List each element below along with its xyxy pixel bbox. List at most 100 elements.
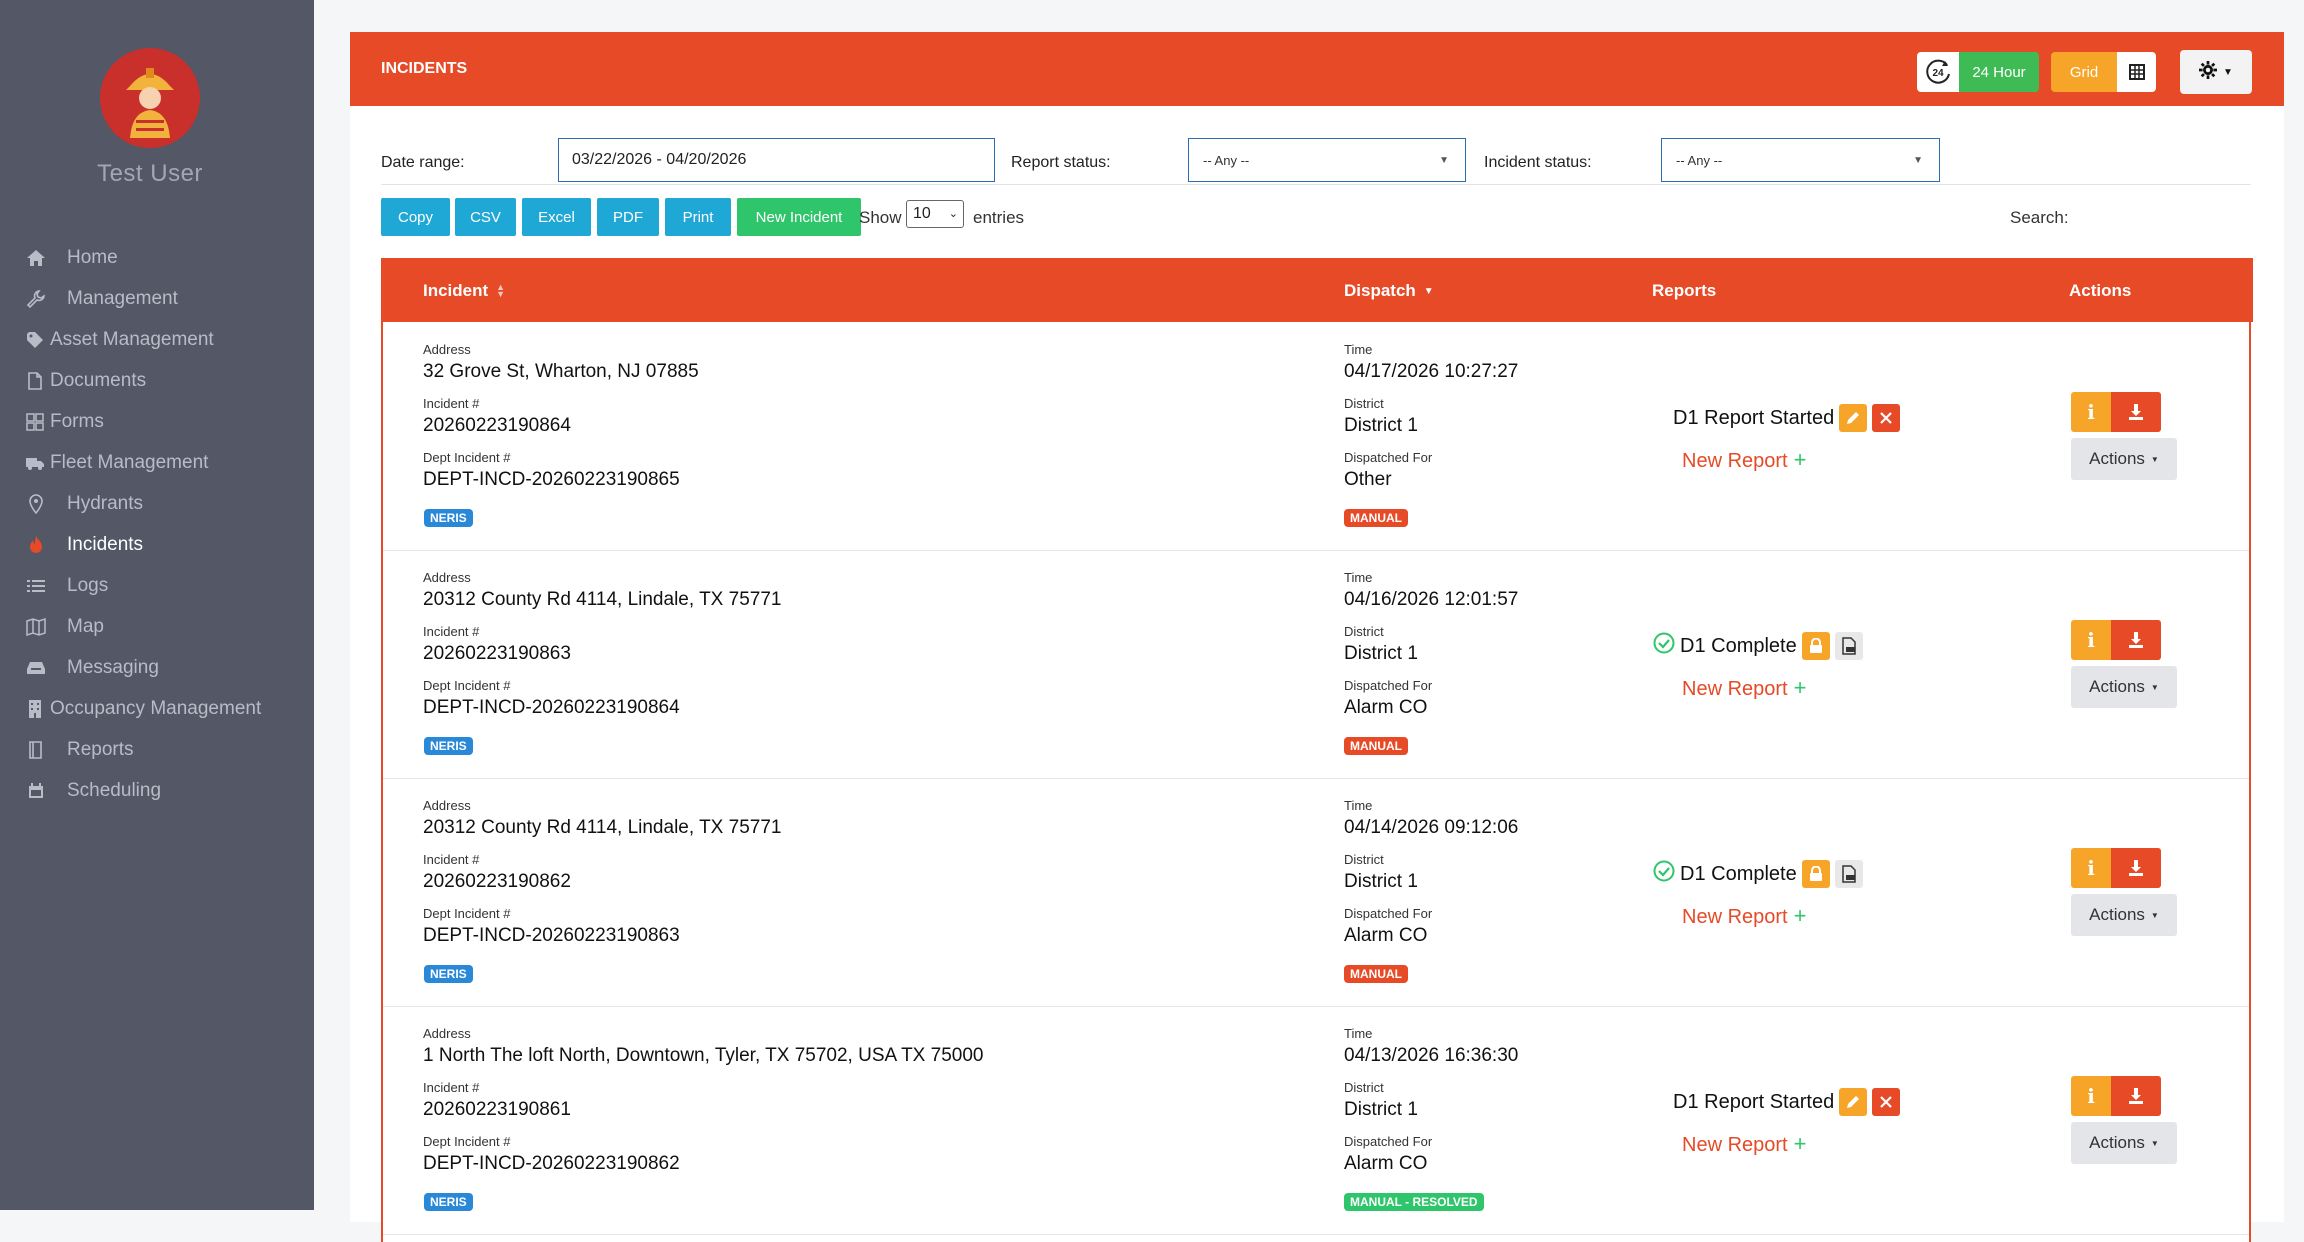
- new-report-link[interactable]: New Report +: [1682, 447, 1806, 473]
- edit-pencil-icon[interactable]: [1839, 1088, 1868, 1116]
- actions-label: Actions: [2089, 1133, 2145, 1152]
- sidebar-item-occupancy-management[interactable]: Occupancy Management: [0, 689, 314, 729]
- caret-down-icon: ▼: [2223, 66, 2233, 78]
- incident-status-value: -- Any --: [1676, 152, 1723, 168]
- district-value: District 1: [1344, 1099, 1418, 1120]
- book-icon: [25, 739, 47, 761]
- show-label: Show: [859, 208, 902, 227]
- neris-badge: NERIS: [424, 1193, 473, 1211]
- sidebar-item-logs[interactable]: Logs: [0, 566, 314, 606]
- forms-grid-icon: [24, 411, 46, 433]
- report-status: D1 Report Started: [1673, 404, 1901, 432]
- district-label: District: [1344, 396, 1384, 411]
- excel-button[interactable]: Excel: [522, 198, 591, 236]
- dept-incident-number-label: Dept Incident #: [423, 906, 511, 921]
- new-incident-button[interactable]: New Incident: [737, 198, 861, 236]
- info-icon[interactable]: i: [2071, 1076, 2111, 1116]
- sidebar-item-label: Reports: [67, 739, 134, 760]
- caret-down-icon: ▼: [2150, 682, 2159, 692]
- sidebar-item-label: Forms: [50, 411, 104, 432]
- sidebar-item-reports[interactable]: Reports: [0, 730, 314, 770]
- sidebar-item-messaging[interactable]: Messaging: [0, 648, 314, 688]
- lock-icon[interactable]: [1801, 632, 1830, 660]
- column-header-incident[interactable]: Incident ▲ ▼: [423, 281, 505, 301]
- neris-badge: NERIS: [424, 509, 473, 527]
- plus-icon: +: [1793, 903, 1807, 928]
- copy-button[interactable]: Copy: [381, 198, 450, 236]
- sidebar-item-management[interactable]: Management: [0, 279, 314, 319]
- user-avatar[interactable]: [100, 48, 200, 148]
- table-row: Address 32 Grove St, Wharton, NJ 07885 I…: [383, 322, 2249, 551]
- dispatch-time: 04/13/2026 16:36:30: [1344, 1045, 1519, 1066]
- download-icon[interactable]: [2111, 1076, 2161, 1116]
- download-icon[interactable]: [2111, 392, 2161, 432]
- dispatch-source-badge: MANUAL - RESOLVED: [1344, 1193, 1484, 1211]
- pdf-button[interactable]: PDF: [597, 198, 659, 236]
- download-icon[interactable]: [2111, 848, 2161, 888]
- sidebar-item-incidents[interactable]: Incidents: [0, 525, 314, 565]
- sidebar-item-label: Home: [67, 247, 118, 268]
- view-toggle[interactable]: Grid: [2051, 52, 2156, 92]
- report-status: D1 Report Started: [1673, 1088, 1901, 1116]
- delete-x-icon[interactable]: [1872, 404, 1901, 432]
- map-pin-icon: [25, 493, 47, 515]
- district-label: District: [1344, 1080, 1384, 1095]
- lock-icon[interactable]: [1801, 860, 1830, 888]
- actions-dropdown-button[interactable]: Actions ▼: [2071, 438, 2177, 480]
- print-button[interactable]: Print: [665, 198, 731, 236]
- new-report-link[interactable]: New Report +: [1682, 903, 1806, 929]
- sidebar-item-asset-management[interactable]: Asset Management: [0, 320, 314, 360]
- sidebar-item-map[interactable]: Map: [0, 607, 314, 647]
- new-report-link[interactable]: New Report +: [1682, 675, 1806, 701]
- sidebar-item-fleet-management[interactable]: Fleet Management: [0, 443, 314, 483]
- info-icon[interactable]: i: [2071, 392, 2111, 432]
- dispatched-for-label: Dispatched For: [1344, 906, 1433, 921]
- address-label: Address: [423, 1026, 471, 1041]
- firefighter-avatar-icon: [100, 48, 200, 148]
- sidebar-item-label: Asset Management: [50, 329, 214, 350]
- info-icon[interactable]: i: [2071, 620, 2111, 660]
- incident-number: 20260223190863: [423, 643, 571, 664]
- table-row: Address 20312 County Rd 4114, Lindale, T…: [383, 778, 2249, 1007]
- info-icon[interactable]: i: [2071, 848, 2111, 888]
- address-label: Address: [423, 342, 471, 357]
- sidebar-item-label: Scheduling: [67, 780, 162, 801]
- select-arrow-icon: ⌄: [948, 208, 958, 220]
- sidebar-item-documents[interactable]: Documents: [0, 361, 314, 401]
- new-report-label: New Report: [1682, 1134, 1788, 1156]
- sidebar-item-label: Occupancy Management: [50, 698, 262, 719]
- report-status-select[interactable]: -- Any -- ▼: [1188, 138, 1466, 182]
- sidebar: Test User Home Management Asset Manageme…: [0, 0, 314, 1210]
- sidebar-item-forms[interactable]: Forms: [0, 402, 314, 442]
- dispatch-source-badge: MANUAL: [1344, 965, 1408, 983]
- time-label: Time: [1344, 342, 1373, 357]
- settings-dropdown-button[interactable]: ▼: [2180, 50, 2252, 94]
- pdf-file-icon[interactable]: [1834, 860, 1863, 888]
- clock-24-label: 24: [1932, 68, 1944, 79]
- report-status-text: D1 Report Started: [1673, 406, 1835, 429]
- delete-x-icon[interactable]: [1872, 1088, 1901, 1116]
- column-header-dispatch[interactable]: Dispatch ▼: [1344, 281, 1434, 301]
- pdf-file-icon[interactable]: [1834, 632, 1863, 660]
- time-label: Time: [1344, 798, 1373, 813]
- row-quick-actions: i: [2071, 392, 2161, 432]
- csv-button[interactable]: CSV: [455, 198, 516, 236]
- sidebar-item-hydrants[interactable]: Hydrants: [0, 484, 314, 524]
- neris-badge: NERIS: [424, 965, 473, 983]
- date-range-input[interactable]: 03/22/2026 - 04/20/2026: [558, 138, 995, 182]
- download-icon[interactable]: [2111, 620, 2161, 660]
- actions-dropdown-button[interactable]: Actions ▼: [2071, 1122, 2177, 1164]
- actions-dropdown-button[interactable]: Actions ▼: [2071, 666, 2177, 708]
- sidebar-item-scheduling[interactable]: Scheduling: [0, 771, 314, 811]
- new-report-link[interactable]: New Report +: [1682, 1131, 1806, 1157]
- edit-pencil-icon[interactable]: [1839, 404, 1868, 432]
- hour-format-toggle[interactable]: 24 24 Hour: [1917, 52, 2039, 92]
- actions-dropdown-button[interactable]: Actions ▼: [2071, 894, 2177, 936]
- incident-address: 32 Grove St, Wharton, NJ 07885: [423, 361, 699, 382]
- incident-status-select[interactable]: -- Any -- ▼: [1661, 138, 1940, 182]
- entries-per-page-select[interactable]: 10 ⌄: [906, 200, 964, 228]
- row-quick-actions: i: [2071, 848, 2161, 888]
- page-title: INCIDENTS: [381, 60, 468, 77]
- column-label: Incident: [423, 281, 489, 300]
- sidebar-item-home[interactable]: Home: [0, 238, 314, 278]
